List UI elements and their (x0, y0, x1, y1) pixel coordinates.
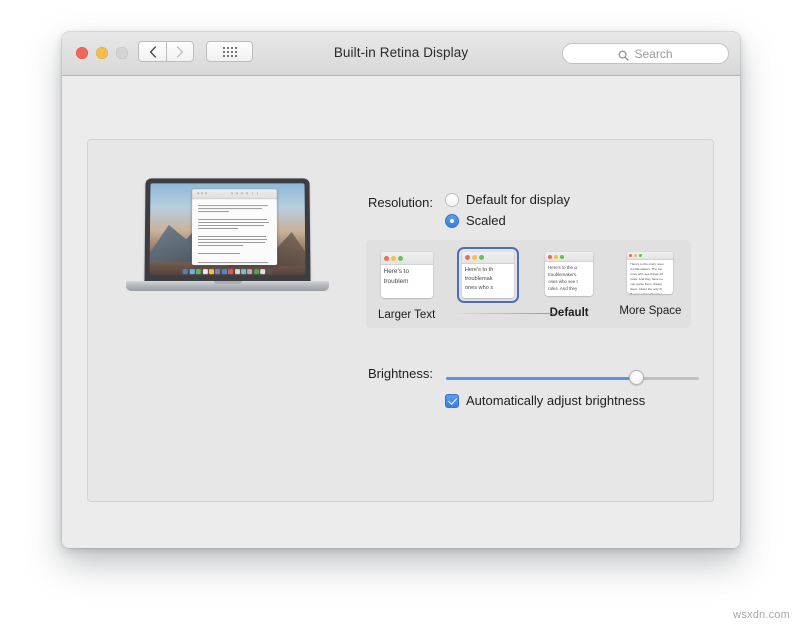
selection-tick-line (452, 313, 554, 314)
radio-button-unselected-icon (445, 193, 459, 207)
window-preview-thumbnail: Here's to thtroublemakones who s (462, 252, 514, 298)
thumbnail-close-dot (384, 256, 389, 261)
thumbnail-sample-text: Here's totroublem (381, 265, 433, 288)
slider-fill (446, 377, 636, 380)
thumbnail-zoom-dot (560, 255, 564, 259)
resolution-option-2[interactable]: Here's to thtroublemakones who s (454, 247, 522, 309)
resolution-option-1[interactable]: Here's totroublem Larger Text (373, 247, 441, 321)
resolution-option-caption: Default (550, 307, 589, 319)
thumbnail-sample-text: Here's to the crazy onestroublemakers. T… (627, 260, 673, 294)
radio-scaled[interactable]: Scaled (445, 213, 506, 228)
thumbnail-titlebar (381, 252, 433, 265)
search-placeholder: Search (634, 47, 672, 61)
chevron-left-icon (149, 46, 157, 58)
radio-button-selected-icon (445, 214, 459, 228)
window-titlebar: Built-in Retina Display Search (62, 32, 740, 76)
resolution-option-caption: Larger Text (378, 309, 435, 321)
display-settings-panel: Resolution: Default for display Scaled H… (87, 139, 714, 502)
resolution-label: Resolution: (293, 195, 433, 210)
minimize-button[interactable] (96, 47, 108, 59)
back-button[interactable] (138, 41, 166, 62)
resolution-option-4[interactable]: Here's to the crazy onestroublemakers. T… (616, 247, 684, 317)
watermark: wsxdn.com (733, 609, 790, 621)
zoom-button (116, 47, 128, 59)
search-icon (618, 48, 629, 59)
forward-button[interactable] (166, 41, 194, 62)
window-body: Display Color Night Shift (62, 76, 740, 548)
show-all-button[interactable] (206, 41, 253, 62)
chevron-right-icon (176, 46, 184, 58)
thumbnail-titlebar (545, 252, 593, 262)
thumbnail-zoom-dot (398, 256, 403, 261)
thumbnail-close-dot (629, 254, 632, 257)
thumbnail-sample-text: Here's to thtroublemakones who s (462, 264, 514, 293)
navigation-buttons (138, 41, 194, 62)
thumbnail-zoom-dot (639, 254, 642, 257)
radio-default-label: Default for display (466, 192, 570, 207)
close-button[interactable] (76, 47, 88, 59)
thumbnail-minimize-dot (634, 254, 637, 257)
thumbnail-minimize-dot (391, 256, 396, 261)
resolution-option-3[interactable]: Here's to the crtroublemakers.ones who s… (535, 247, 603, 319)
slider-thumb[interactable] (629, 370, 644, 385)
thumbnail-minimize-dot (554, 255, 558, 259)
radio-default-for-display[interactable]: Default for display (445, 192, 570, 207)
window-preview-thumbnail: Here's to the crtroublemakers.ones who s… (545, 252, 593, 296)
resolution-option-caption: More Space (619, 305, 681, 317)
checkbox-auto-adjust-brightness[interactable]: Automatically adjust brightness (445, 393, 645, 408)
thumbnail-titlebar (462, 252, 514, 264)
resolution-thumbnail[interactable]: Here's to the crazy onestroublemakers. T… (622, 247, 678, 299)
search-input[interactable]: Search (562, 43, 729, 64)
checkbox-checked-icon (445, 394, 459, 408)
grid-dots-icon (223, 47, 237, 57)
brightness-label: Brightness: (293, 366, 433, 381)
thumbnail-titlebar (627, 252, 673, 260)
radio-scaled-label: Scaled (466, 213, 506, 228)
system-preferences-window: Built-in Retina Display Search Display C… (62, 32, 740, 548)
resolution-thumbnail-selected[interactable]: Here's to thtroublemakones who s (457, 247, 519, 303)
auto-adjust-brightness-label: Automatically adjust brightness (466, 393, 645, 408)
thumbnail-zoom-dot (479, 255, 484, 260)
thumbnail-minimize-dot (472, 255, 477, 260)
thumbnail-sample-text: Here's to the crtroublemakers.ones who s… (545, 262, 593, 293)
resolution-thumbnail[interactable]: Here's totroublem (376, 247, 438, 303)
thumbnail-close-dot (548, 255, 552, 259)
window-preview-thumbnail: Here's totroublem (381, 252, 433, 298)
brightness-slider[interactable] (446, 371, 699, 385)
resolution-thumbnail[interactable]: Here's to the crtroublemakers.ones who s… (540, 247, 598, 301)
window-preview-thumbnail: Here's to the crazy onestroublemakers. T… (627, 252, 673, 294)
thumbnail-close-dot (465, 255, 470, 260)
scaled-resolution-picker: Here's totroublem Larger Text Here's to th… (366, 240, 691, 328)
